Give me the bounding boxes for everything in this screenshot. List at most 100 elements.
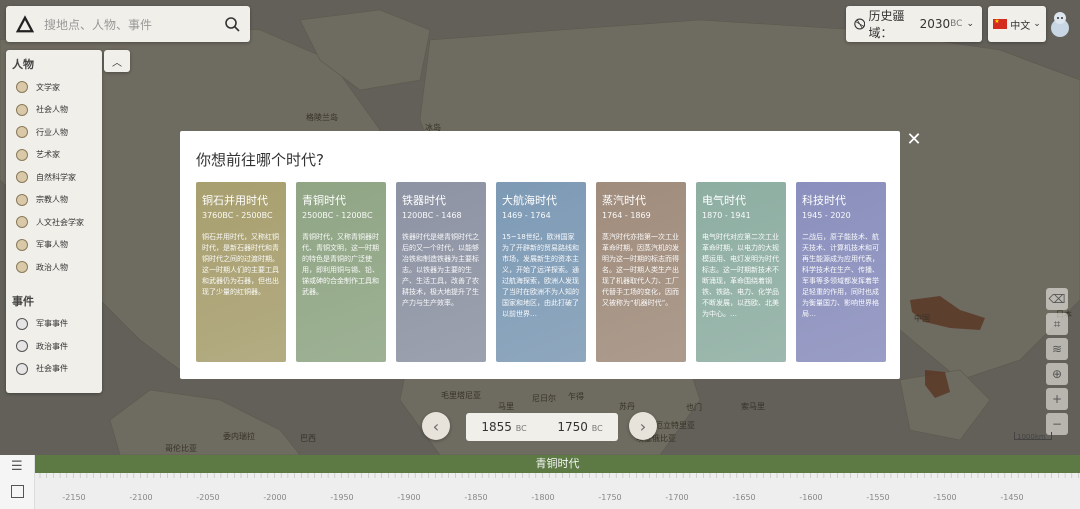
- era-card[interactable]: 大航海时代 1469 - 1764 15~18世纪，欧洲国家为了开辟新的贸易路线和市…: [496, 182, 586, 362]
- timeline-tick-label: -1850: [464, 493, 488, 502]
- crop-icon: ⌗: [1053, 316, 1061, 331]
- era-years: 2500BC - 1200BC: [302, 211, 373, 220]
- era-description: 二战后，原子能技术、航天技术、计算机技术和可再生能源成为应用代表，科学技术在生产…: [802, 233, 879, 318]
- era-years: 1870 - 1941: [702, 211, 751, 220]
- globe-icon: [854, 18, 866, 30]
- sidebar-item-label: 宗教人物: [36, 195, 68, 205]
- sidebar-item-label: 社会事件: [36, 364, 68, 374]
- language-label: 中文: [1010, 20, 1031, 32]
- era-card[interactable]: 电气时代 1870 - 1941 电气时代对应第二次工业革命时期，以电力的大规模运用…: [696, 182, 786, 362]
- menu-icon[interactable]: ☰: [11, 459, 23, 474]
- era-description: 青铜时代，又称青铜器时代、青铜文明，这一时期的特色是青铜的广泛使用，即利用铜与锡…: [302, 233, 379, 296]
- era-card[interactable]: 科技时代 1945 - 2020 二战后，原子能技术、航天技术、计算机技术和可再生能…: [796, 182, 886, 362]
- minus-icon: −: [1051, 417, 1063, 431]
- era-description: 电气时代对应第二次工业革命时期，以电力的大规模运用、电灯发明为时代标志。这一时期…: [702, 233, 779, 318]
- search-icon[interactable]: [224, 16, 240, 32]
- social-person-icon: [16, 103, 28, 116]
- politics-person-icon: [16, 261, 28, 274]
- sidebar-item-religion[interactable]: 宗教人物: [6, 189, 102, 212]
- sidebar-item-politics-event[interactable]: 政治事件: [6, 335, 102, 358]
- people-header: 人物: [12, 58, 34, 71]
- avatar[interactable]: [1048, 10, 1072, 38]
- sidebar-item-social[interactable]: 社会人物: [6, 99, 102, 122]
- sidebar-item-industry[interactable]: 行业人物: [6, 121, 102, 144]
- year-range-display: 1855 BC 1750 BC: [466, 413, 618, 441]
- timeline-tick-label: -2150: [62, 493, 86, 502]
- timeline-tick-label: -1550: [866, 493, 890, 502]
- china-flag-icon: [993, 18, 1008, 29]
- sidebar-item-writer[interactable]: 文学家: [6, 76, 102, 99]
- sidebar-item-society-event[interactable]: 社会事件: [6, 358, 102, 381]
- timeline-tick-label: -2050: [196, 493, 220, 502]
- sidebar-item-humanities[interactable]: 人文社会学家: [6, 211, 102, 234]
- sidebar-collapse-button[interactable]: ︿: [104, 50, 130, 72]
- timeline-era-band[interactable]: 青铜时代: [35, 455, 1080, 473]
- map-toolbar: ⌫ ⌗ ≋ ⊕ + −: [1046, 288, 1068, 435]
- sidebar-item-scientist[interactable]: 自然科学家: [6, 166, 102, 189]
- era-card[interactable]: 铁器时代 1200BC - 1468 铁器时代是继青铜时代之后的又一个时代，以能够冶…: [396, 182, 486, 362]
- territory-era: BC: [950, 19, 963, 29]
- zoom-in-button[interactable]: +: [1046, 388, 1068, 410]
- sidebar-item-military-event[interactable]: 军事事件: [6, 313, 102, 336]
- artist-icon: [16, 148, 28, 161]
- era-card[interactable]: 铜石并用时代 3760BC - 2500BC 铜石并用时代，又称红铜时代，是新石器时…: [196, 182, 286, 362]
- locate-button[interactable]: ⊕: [1046, 363, 1068, 385]
- military-person-icon: [16, 238, 28, 251]
- era-name: 铜石并用时代: [202, 194, 268, 207]
- erase-tool-button[interactable]: ⌫: [1046, 288, 1068, 310]
- era-card[interactable]: 蒸汽时代 1764 - 1869 蒸汽时代亦指第一次工业革命时期，因蒸汽机的发明为这…: [596, 182, 686, 362]
- era-years: 1469 - 1764: [502, 211, 551, 220]
- close-icon[interactable]: ✕: [905, 131, 923, 149]
- layers-button[interactable]: ≋: [1046, 338, 1068, 360]
- right-year: 1750 BC: [557, 420, 603, 434]
- humanities-icon: [16, 216, 28, 229]
- sidebar-item-label: 行业人物: [36, 127, 68, 137]
- sidebar-item-label: 文学家: [36, 82, 60, 92]
- era-card[interactable]: 青铜时代 2500BC - 1200BC 青铜时代，又称青铜器时代、青铜文明，这一时…: [296, 182, 386, 362]
- measure-tool-button[interactable]: ⌗: [1046, 313, 1068, 335]
- sidebar-item-label: 军事事件: [36, 319, 68, 329]
- timeline-tick-label: -1500: [933, 493, 957, 502]
- timeline-ticks: -2150 -2100 -2050 -2000 -1950 -1900 -1850 -1800…: [35, 473, 1080, 509]
- next-year-button[interactable]: ›: [629, 412, 657, 440]
- sidebar-item-military-person[interactable]: 军事人物: [6, 234, 102, 257]
- territory-selector[interactable]: 历史疆域： 2030 BC ⌄: [846, 6, 982, 42]
- religion-icon: [16, 193, 28, 206]
- chevron-right-icon: ›: [639, 416, 647, 436]
- sidebar-item-label: 艺术家: [36, 150, 60, 160]
- territory-year: 2030: [919, 17, 951, 31]
- industry-icon: [16, 126, 28, 139]
- scale-bar: 1000km: [1014, 432, 1052, 441]
- era-name: 电气时代: [702, 194, 746, 207]
- timeline-tick-label: -1650: [732, 493, 756, 502]
- eraser-icon: ⌫: [1048, 292, 1066, 306]
- timeline-tick-label: -1900: [397, 493, 421, 502]
- sidebar-item-artist[interactable]: 艺术家: [6, 144, 102, 167]
- politics-event-icon: [16, 340, 28, 353]
- logo-icon: [16, 15, 34, 33]
- prev-year-button[interactable]: ‹: [422, 412, 450, 440]
- expand-icon[interactable]: [11, 485, 24, 498]
- timeline[interactable]: ☰ 青铜时代 -2150 -2100 -2050 -2000 -1950 -1900 -18…: [0, 455, 1080, 509]
- era-years: 1200BC - 1468: [402, 211, 462, 220]
- timeline-tick-label: -2100: [129, 493, 153, 502]
- sidebar-item-label: 政治人物: [36, 262, 68, 272]
- language-selector[interactable]: 中文 ⌄: [988, 6, 1046, 42]
- timeline-tick-label: -1800: [531, 493, 555, 502]
- timeline-tick-label: -1600: [799, 493, 823, 502]
- era-name: 大航海时代: [502, 194, 557, 207]
- era-description: 蒸汽时代亦指第一次工业革命时期，因蒸汽机的发明为这一时期的标志而得名。这一时期人…: [602, 233, 679, 307]
- chevron-left-icon: ‹: [432, 416, 440, 436]
- era-name: 青铜时代: [302, 194, 346, 207]
- timeline-tick-label: -1450: [1000, 493, 1024, 502]
- layers-icon: ≋: [1051, 342, 1063, 356]
- writer-icon: [16, 81, 28, 94]
- search-input[interactable]: 搜地点、人物、事件: [44, 16, 224, 33]
- search-bar[interactable]: 搜地点、人物、事件: [6, 6, 250, 42]
- sidebar-item-politics-person[interactable]: 政治人物: [6, 256, 102, 279]
- era-name: 蒸汽时代: [602, 194, 646, 207]
- era-years: 1945 - 2020: [802, 211, 851, 220]
- events-header: 事件: [12, 294, 34, 308]
- era-years: 1764 - 1869: [602, 211, 651, 220]
- era-name: 科技时代: [802, 194, 846, 207]
